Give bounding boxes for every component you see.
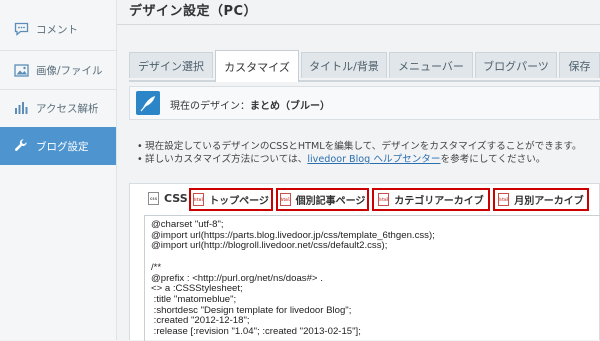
- wrench-icon: [13, 138, 29, 154]
- current-design-box: 現在のデザイン：まとめ（ブルー）: [129, 86, 600, 120]
- article-page-template-button[interactable]: html 個別記事ページ: [276, 188, 369, 211]
- code-line: /**: [151, 261, 162, 273]
- category-archive-template-button[interactable]: html カテゴリアーカイブ: [372, 188, 490, 211]
- template-label: トップページ: [209, 196, 269, 207]
- tab-title-background[interactable]: タイトル/背景: [301, 52, 387, 78]
- sidebar-item-access-analytics[interactable]: アクセス解析: [0, 89, 116, 127]
- tab-menu-bar[interactable]: メニューバー: [389, 52, 473, 78]
- tab-design-select[interactable]: デザイン選択: [129, 52, 213, 78]
- sidebar-item-label: ブログ設定: [36, 140, 89, 153]
- tab-blog-parts[interactable]: ブログパーツ: [475, 52, 557, 78]
- current-design-text: 現在のデザイン：まとめ（ブルー）: [170, 97, 330, 112]
- tab-save[interactable]: 保存: [559, 52, 600, 78]
- info-line-2-after: を参考にしてください。: [440, 154, 546, 165]
- divider: [117, 24, 600, 25]
- monthly-archive-template-button[interactable]: html 月別アーカイブ: [493, 188, 589, 211]
- sidebar-item-label: 画像/ファイル: [36, 64, 103, 77]
- sidebar-item-image-file[interactable]: 画像/ファイル: [0, 51, 116, 89]
- css-file-icon: css: [148, 192, 159, 205]
- html-file-icon: html: [498, 193, 510, 206]
- template-label: カテゴリアーカイブ: [394, 196, 484, 207]
- tab-bar: デザイン選択 カスタマイズ タイトル/背景 メニューバー ブログパーツ 保存: [129, 50, 600, 82]
- sidebar: コメント 画像/ファイル アクセス解析 ブログ設定: [0, 0, 117, 340]
- info-text: • 現在設定しているデザインのCSSとHTMLを編集して、デザインをカスタマイズす…: [137, 141, 582, 165]
- code-line: :release [:revision "1.04"; :created "20…: [151, 326, 361, 338]
- css-code-textarea[interactable]: @charset "utf-8"; @import url(https://par…: [144, 215, 600, 341]
- sidebar-item-label: アクセス解析: [36, 102, 99, 115]
- main-content: デザイン設定（PC） デザイン選択 カスタマイズ タイトル/背景 メニューバー …: [117, 0, 600, 341]
- page-title: デザイン設定（PC）: [129, 4, 258, 19]
- bar-chart-icon: [13, 100, 29, 116]
- tab-customize[interactable]: カスタマイズ: [215, 50, 299, 82]
- sidebar-item-label: コメント: [36, 23, 78, 36]
- html-file-icon: html: [193, 193, 205, 206]
- image-icon: [13, 62, 29, 78]
- sidebar-item-blog-settings[interactable]: ブログ設定: [0, 127, 116, 165]
- current-design-name: まとめ（ブルー）: [250, 101, 330, 112]
- top-page-template-button[interactable]: html トップページ: [189, 188, 273, 211]
- template-editor: css CSS html トップページ html 個別記事ページ html カテ…: [129, 183, 600, 341]
- feather-icon: [136, 91, 160, 115]
- template-label: 月別アーカイブ: [514, 196, 584, 207]
- html-file-icon: html: [378, 193, 390, 206]
- current-design-prefix: 現在のデザイン：: [170, 101, 250, 112]
- css-tab[interactable]: css CSS: [148, 192, 188, 205]
- html-file-icon: html: [279, 193, 291, 206]
- sidebar-item-comment[interactable]: コメント: [0, 10, 116, 48]
- help-center-link[interactable]: livedoor Blog ヘルプセンター: [307, 154, 440, 165]
- code-line: @import url(http://blogroll.livedoor.net…: [151, 240, 388, 252]
- comment-icon: [13, 21, 29, 37]
- template-label: 個別記事ページ: [295, 196, 366, 207]
- info-line-1: 現在設定しているデザインのCSSとHTMLを編集して、デザインをカスタマイズする…: [145, 141, 582, 152]
- info-line-2-before: 詳しいカスタマイズ方法については、: [145, 154, 308, 165]
- css-label: CSS: [164, 192, 188, 205]
